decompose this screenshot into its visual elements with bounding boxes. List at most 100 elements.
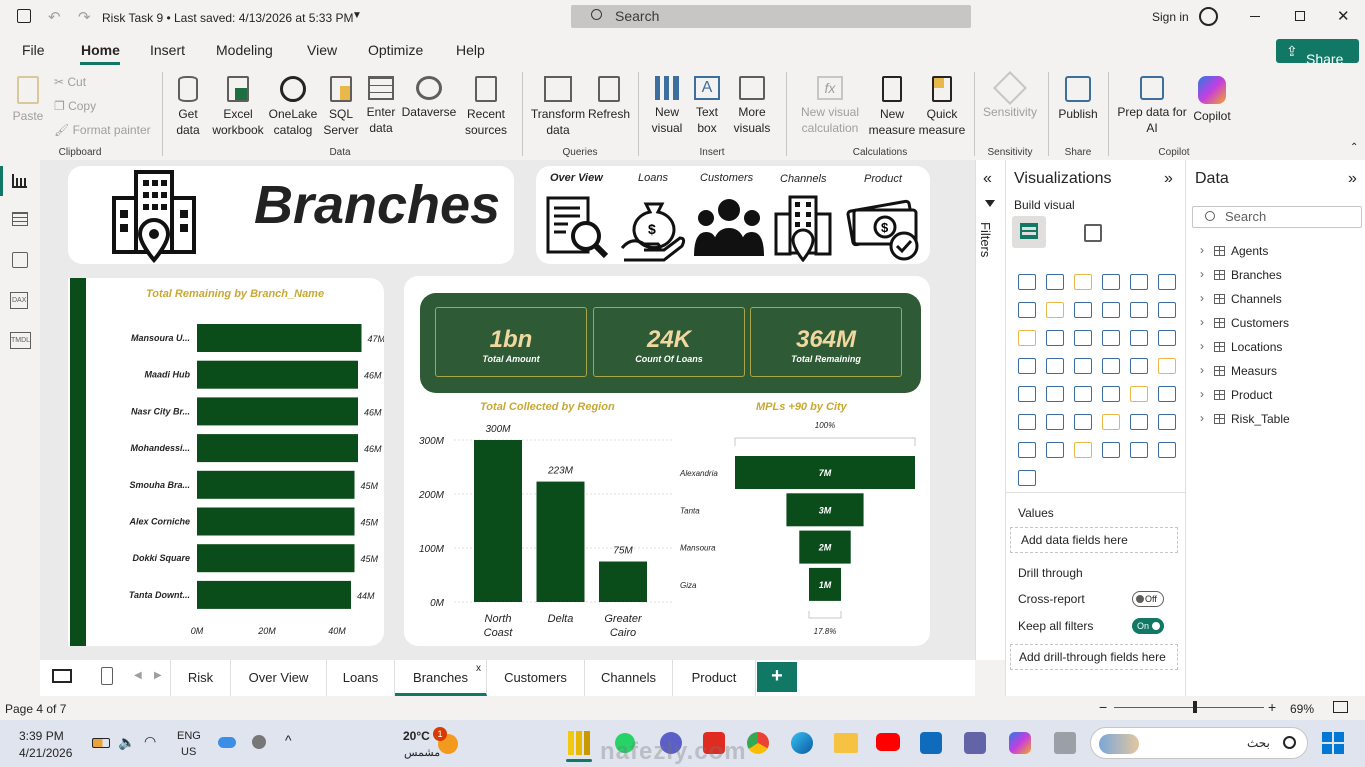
edge-icon[interactable]: [791, 732, 813, 754]
kpi-visual-icon[interactable]: [1018, 386, 1036, 402]
more-visuals-button[interactable]: More visuals: [726, 76, 778, 136]
narrative-visual-icon[interactable]: [1158, 442, 1176, 458]
data-table-customers[interactable]: Customers: [1200, 315, 1289, 330]
recent-sources-button[interactable]: Recent sources: [460, 76, 512, 138]
gauge-visual-icon[interactable]: [1102, 358, 1120, 374]
stacked-area-visual-icon[interactable]: [1074, 302, 1092, 318]
mobile-layout-icon[interactable]: [101, 667, 113, 685]
teams-classic-icon[interactable]: [964, 732, 986, 754]
close-icon[interactable]: ✕: [1337, 7, 1350, 25]
close-tab-icon[interactable]: x: [476, 663, 481, 674]
waterfall-visual-icon[interactable]: [1130, 302, 1148, 318]
search-box[interactable]: Search: [571, 5, 971, 28]
line-visual-icon[interactable]: [1018, 302, 1036, 318]
scroll-right-icon[interactable]: ▶: [154, 670, 162, 681]
sensitivity-button[interactable]: Sensitivity: [982, 71, 1038, 120]
zoom-out-icon[interactable]: −: [1099, 699, 1107, 715]
area-visual-icon[interactable]: [1046, 302, 1064, 318]
nav-channels[interactable]: Channels: [780, 173, 826, 185]
decomposition-visual-icon[interactable]: [1046, 414, 1064, 430]
zoom-slider-track[interactable]: [1114, 707, 1264, 708]
document-search-icon[interactable]: [544, 194, 612, 262]
100-column-visual-icon[interactable]: [1158, 274, 1176, 290]
account-icon[interactable]: [1199, 7, 1218, 26]
pie-visual-icon[interactable]: [1102, 330, 1120, 346]
nav-product[interactable]: Product: [864, 173, 902, 185]
smart-narrative-visual-icon[interactable]: [1102, 414, 1120, 430]
stacked-column-visual-icon[interactable]: [1046, 274, 1064, 290]
data-table-locations[interactable]: Locations: [1200, 339, 1282, 354]
battery-icon[interactable]: [92, 738, 110, 748]
build-visual-tab[interactable]: [1012, 216, 1046, 248]
clustered-bar-visual-icon[interactable]: [1074, 274, 1092, 290]
wifi-icon[interactable]: ◠: [144, 733, 156, 750]
menu-optimize[interactable]: Optimize: [368, 42, 423, 58]
new-measure-button[interactable]: New measure: [868, 76, 916, 138]
qa-visual-icon[interactable]: [1074, 414, 1092, 430]
shape-map-visual-icon[interactable]: [1074, 358, 1092, 374]
copy-button[interactable]: ❐ Copy: [54, 98, 96, 114]
metrics-visual-icon[interactable]: [1158, 414, 1176, 430]
text-box-button[interactable]: A Text box: [690, 76, 724, 136]
multi-row-card-visual-icon[interactable]: [1158, 358, 1176, 374]
data-search-input[interactable]: Search: [1192, 206, 1362, 228]
add-page-button[interactable]: +: [757, 662, 797, 692]
volume-icon[interactable]: 🔈: [118, 734, 135, 751]
undo-icon[interactable]: ↶: [48, 8, 61, 26]
menu-view[interactable]: View: [307, 42, 337, 58]
filled-map-visual-icon[interactable]: [1046, 358, 1064, 374]
values-drop-well[interactable]: Add data fields here: [1010, 527, 1178, 553]
app-tray-icon[interactable]: [252, 735, 266, 749]
copilot-taskbar-icon[interactable]: [1009, 732, 1031, 754]
expand-filters-icon[interactable]: «: [983, 170, 992, 188]
youtube-icon[interactable]: [876, 733, 900, 751]
publish-button[interactable]: Publish: [1054, 76, 1102, 122]
menu-insert[interactable]: Insert: [150, 42, 185, 58]
tab-branches[interactable]: Branches: [395, 660, 487, 696]
dataverse-button[interactable]: Dataverse: [400, 76, 458, 120]
nav-customers[interactable]: Customers: [700, 172, 753, 184]
menu-file[interactable]: File: [22, 42, 45, 58]
sign-in-link[interactable]: Sign in: [1152, 10, 1189, 24]
minimize-icon[interactable]: [1250, 16, 1260, 17]
onelake-button[interactable]: OneLake catalog: [266, 76, 320, 138]
enter-data-button[interactable]: Enter data: [364, 76, 398, 136]
new-visual-calculation-button[interactable]: fx New visual calculation: [794, 76, 866, 136]
scatter-visual-icon[interactable]: [1074, 330, 1092, 346]
scroll-left-icon[interactable]: ◀: [134, 670, 142, 681]
collapse-data-icon[interactable]: »: [1348, 170, 1357, 188]
tab-loans[interactable]: Loans: [327, 660, 395, 696]
slicer-visual-icon[interactable]: [1046, 386, 1064, 402]
save-icon[interactable]: [17, 9, 31, 23]
cash-check-icon[interactable]: $: [846, 196, 924, 262]
paginated-visual-icon[interactable]: [1130, 414, 1148, 430]
maximize-icon[interactable]: [1295, 11, 1305, 21]
table-view-icon[interactable]: [12, 212, 28, 226]
data-table-branches[interactable]: Branches: [1200, 267, 1282, 282]
money-bag-hand-icon[interactable]: $: [620, 194, 688, 262]
nav-loans[interactable]: Loans: [638, 172, 668, 184]
stacked-bar-visual-icon[interactable]: [1018, 274, 1036, 290]
data-table-risk-table[interactable]: Risk_Table: [1200, 411, 1290, 426]
language-primary[interactable]: ENG: [177, 730, 201, 742]
funnel-visual-icon[interactable]: [1158, 302, 1176, 318]
get-data-button[interactable]: Get data: [168, 76, 208, 138]
title-dropdown-icon[interactable]: ▼: [352, 10, 362, 21]
desktop-layout-icon[interactable]: [52, 669, 72, 683]
data-table-product[interactable]: Product: [1200, 387, 1272, 402]
model-view-icon[interactable]: [12, 252, 28, 268]
menu-help[interactable]: Help: [456, 42, 485, 58]
chrome-icon[interactable]: [747, 732, 769, 754]
branch-building-icon[interactable]: [772, 194, 832, 262]
table-visual-icon[interactable]: [1074, 386, 1092, 402]
tray-overflow-icon[interactable]: ^: [285, 732, 292, 748]
collapse-visualizations-icon[interactable]: »: [1164, 170, 1173, 188]
tab-risk[interactable]: Risk: [170, 660, 231, 696]
donut-visual-icon[interactable]: [1130, 330, 1148, 346]
language-region[interactable]: US: [181, 746, 196, 758]
tab-customers[interactable]: Customers: [487, 660, 585, 696]
file-explorer-icon[interactable]: [834, 733, 858, 753]
azure-map-visual-icon[interactable]: [1074, 442, 1092, 458]
excel-button[interactable]: Excel workbook: [210, 76, 266, 138]
quick-measure-button[interactable]: Quick measure: [918, 76, 966, 138]
